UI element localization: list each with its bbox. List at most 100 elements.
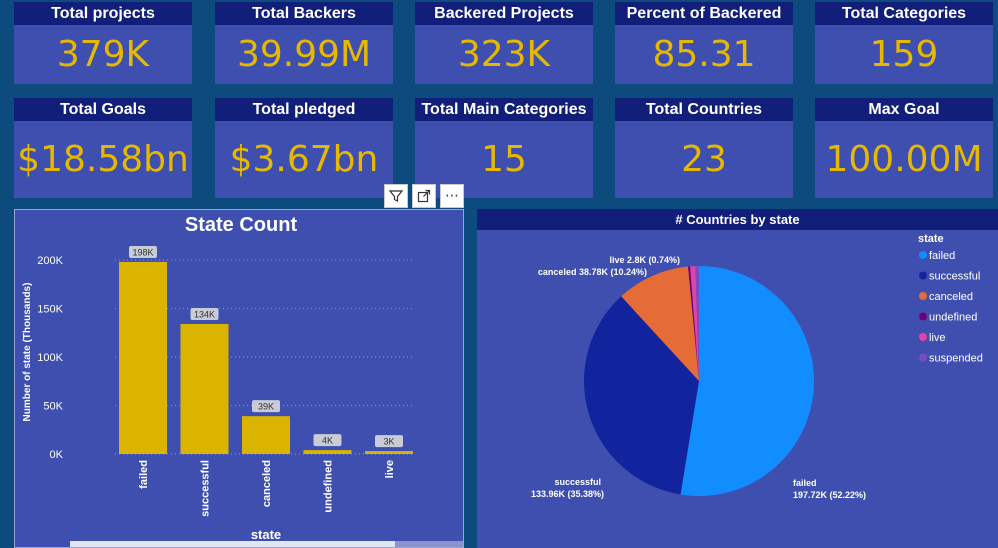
bar-successful[interactable] [180, 324, 229, 454]
more-options-icon: ⋯ [445, 188, 459, 204]
y-axis-label: Number of state (Thousands) [22, 283, 33, 422]
y-tick-label: 50K [43, 401, 63, 413]
countries-by-state-chart[interactable]: # Countries by state failed 197.72K (52.2… [477, 209, 998, 548]
legend-item-undefined[interactable]: undefined [919, 312, 977, 324]
kpi-card-total-main-categories: Total Main Categories 15 [415, 98, 593, 198]
y-tick-label: 150K [37, 304, 63, 316]
slice-label-canceled: canceled 38.78K (10.24%) [538, 267, 647, 277]
data-label-undefined: 4K [313, 434, 342, 447]
filter-icon [388, 190, 404, 202]
kpi-value: 23 [681, 139, 727, 180]
kpi-label: Backered Projects [415, 2, 593, 25]
legend-item-canceled[interactable]: canceled [919, 291, 973, 303]
kpi-value: 323K [457, 34, 551, 75]
legend-item-suspended[interactable]: suspended [919, 353, 983, 365]
slice-label-failed: failed 197.72K (52.22%) [793, 478, 866, 500]
legend-title: state [918, 233, 944, 245]
focus-mode-button[interactable] [412, 184, 436, 208]
slice-label-value: 133.96K (35.38%) [531, 489, 604, 499]
kpi-card-max-goal: Max Goal 100.00M [815, 98, 993, 198]
legend-label: undefined [929, 312, 977, 324]
y-tick-label: 0K [50, 449, 64, 461]
kpi-card-total-pledged: Total pledged $3.67bn [215, 98, 393, 198]
data-label-text: 39K [258, 402, 274, 412]
slice-label-successful: successful 133.96K (35.38%) [531, 477, 604, 499]
legend-marker [919, 333, 927, 341]
x-tick-label: canceled [261, 460, 273, 507]
kpi-card-total-goals: Total Goals $18.58bn [14, 98, 192, 198]
y-tick-label: 100K [37, 352, 63, 364]
x-tick-label: undefined [323, 460, 335, 513]
kpi-label: Total Backers [215, 2, 393, 25]
chart-title: State Count [185, 214, 298, 236]
pie-slice-failed[interactable] [680, 266, 815, 497]
kpi-label: Total Goals [14, 98, 192, 121]
slice-label-name: successful [554, 477, 601, 487]
kpi-label: Total Countries [615, 98, 793, 121]
legend-label: successful [929, 271, 980, 283]
horizontal-scrollbar-thumb[interactable] [395, 541, 463, 548]
legend-label: canceled [929, 291, 973, 303]
x-tick-label: live [384, 460, 396, 478]
legend[interactable]: failed successful canceled undefined live sus… [919, 250, 983, 365]
kpi-value: 39.99M [236, 34, 372, 75]
data-label-text: 134K [194, 310, 215, 320]
kpi-value: $18.58bn [17, 139, 189, 180]
legend-marker [919, 271, 927, 280]
kpi-label: Total Categories [815, 2, 993, 25]
kpi-card-backered-projects: Backered Projects 323K [415, 2, 593, 84]
kpi-label: Percent of Backered [615, 2, 793, 25]
slice-label-name: failed [793, 478, 817, 488]
kpi-value: 159 [869, 34, 939, 75]
data-label-live: 3K [375, 435, 403, 448]
slice-label-live: live 2.8K (0.74%) [609, 255, 680, 265]
data-label-failed: 198K [129, 245, 157, 258]
data-label-text: 4K [322, 436, 333, 446]
kpi-card-total-backers: Total Backers 39.99M [215, 2, 393, 84]
kpi-card-total-countries: Total Countries 23 [615, 98, 793, 198]
kpi-value: 100.00M [825, 139, 983, 180]
legend-item-failed[interactable]: failed [919, 250, 955, 262]
legend-item-live[interactable]: live [919, 332, 946, 344]
legend-marker [919, 292, 927, 300]
state-count-chart[interactable]: State Count Number of state (Thousands) … [14, 209, 464, 548]
kpi-label: Total Main Categories [415, 98, 593, 121]
legend-marker [919, 353, 927, 362]
kpi-value: $3.67bn [229, 139, 379, 180]
x-axis-ticks: failed successful canceled undefined live [138, 460, 396, 517]
x-tick-label: successful [200, 460, 212, 517]
data-label-successful: 134K [190, 308, 219, 321]
legend-item-successful[interactable]: successful [919, 271, 980, 283]
slice-label-value: canceled 38.78K (10.24%) [538, 267, 647, 277]
focus-mode-icon [417, 189, 431, 203]
filter-button[interactable] [384, 184, 408, 208]
y-axis-ticks: 0K 50K 100K 150K 200K [37, 255, 63, 461]
legend-label: suspended [929, 353, 983, 365]
kpi-value: 85.31 [652, 34, 756, 75]
pie-chart-svg: failed 197.72K (52.22%) successful 133.96K … [531, 233, 983, 500]
x-tick-label: failed [138, 460, 150, 489]
pie-slices [584, 266, 815, 497]
bar-canceled[interactable] [242, 416, 290, 454]
slice-label-value: live 2.8K (0.74%) [609, 255, 680, 265]
legend-label: failed [929, 250, 955, 262]
bar-chart-svg: State Count Number of state (Thousands) … [22, 214, 463, 548]
bar-undefined[interactable] [303, 450, 352, 454]
kpi-value: 379K [56, 34, 150, 75]
data-label-text: 3K [383, 437, 394, 447]
horizontal-scrollbar-track[interactable] [70, 541, 395, 548]
more-options-button[interactable]: ⋯ [440, 184, 464, 208]
kpi-label: Total projects [14, 2, 192, 25]
bar-live[interactable] [365, 451, 413, 454]
legend-label: live [929, 332, 946, 344]
bar-failed[interactable] [119, 261, 167, 454]
bars [119, 261, 413, 454]
kpi-label: Max Goal [815, 98, 993, 121]
y-tick-label: 200K [37, 255, 63, 267]
slice-label-value: 197.72K (52.22%) [793, 490, 866, 500]
legend-marker [919, 251, 927, 259]
data-label-text: 198K [132, 247, 153, 257]
kpi-card-total-projects: Total projects 379K [14, 2, 192, 84]
data-label-canceled: 39K [252, 400, 280, 413]
kpi-label: Total pledged [215, 98, 393, 121]
